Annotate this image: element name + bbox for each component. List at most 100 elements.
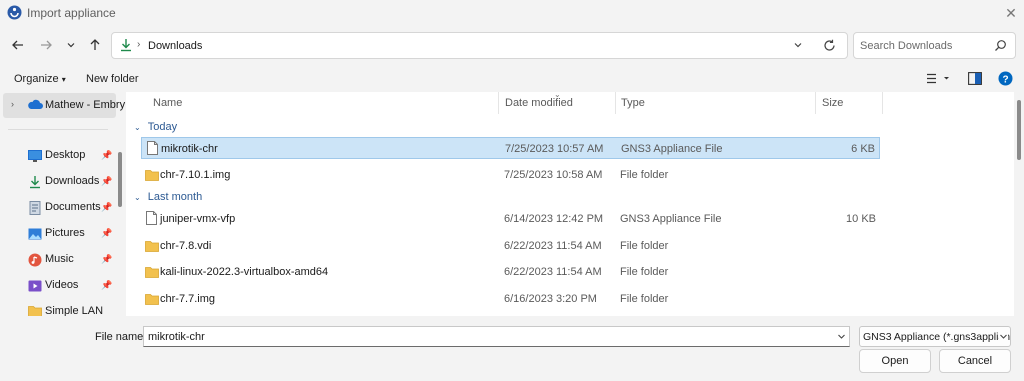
pin-icon: 📌 (101, 254, 113, 264)
recent-locations-chevron-icon[interactable] (61, 35, 81, 55)
file-date: 6/16/2023 3:20 PM (504, 293, 597, 305)
documents-icon (28, 201, 42, 215)
collapse-chevron-icon: ⌄ (134, 193, 141, 202)
help-icon[interactable]: ? (998, 71, 1013, 86)
group-header-today[interactable]: ⌄ Today (134, 121, 177, 133)
column-header-name[interactable]: Name (153, 97, 182, 109)
file-size: 10 KB (846, 213, 876, 225)
refresh-icon[interactable] (823, 39, 836, 52)
column-divider[interactable] (815, 92, 816, 114)
file-icon (146, 211, 157, 225)
column-divider[interactable] (882, 92, 883, 114)
table-row[interactable]: juniper-vmx-vfp 6/14/2023 12:42 PM GNS3 … (141, 208, 880, 230)
up-arrow-icon[interactable] (85, 35, 105, 55)
file-list-scrollbar[interactable] (1014, 92, 1024, 316)
pin-icon: 📌 (101, 176, 113, 186)
nav-item-videos[interactable]: Videos 📌 (0, 274, 116, 298)
address-history-chevron-icon[interactable] (793, 40, 803, 50)
column-header-date-modified[interactable]: Date modified (505, 97, 573, 109)
group-label: Last month (147, 191, 203, 203)
table-row[interactable]: chr-7.10.1.img 7/25/2023 10:58 AM File f… (141, 164, 880, 186)
folder-icon (145, 240, 159, 252)
close-icon[interactable]: ✕ (1000, 3, 1022, 23)
file-type-filter-select[interactable]: GNS3 Appliance (*.gns3applian (859, 326, 1011, 347)
pin-icon: 📌 (101, 228, 113, 238)
file-name-field[interactable]: mikrotik-chr (143, 326, 850, 347)
nav-account-item[interactable]: › Mathew - Embry (3, 93, 125, 118)
search-input[interactable]: Search Downloads (853, 32, 1016, 59)
folder-icon (145, 169, 159, 181)
nav-item-label: Desktop (45, 149, 86, 161)
file-name-value: mikrotik-chr (148, 331, 205, 343)
nav-item-downloads[interactable]: Downloads 📌 (0, 170, 116, 194)
file-size: 6 KB (851, 143, 875, 155)
table-row[interactable]: chr-7.8.vdi 6/22/2023 11:54 AM File fold… (141, 235, 880, 257)
nav-divider (8, 129, 108, 130)
organize-dropdown-icon: ▾ (61, 75, 66, 84)
window-title: Import appliance (27, 6, 116, 20)
pin-icon: 📌 (101, 202, 113, 212)
column-header-type[interactable]: Type (621, 97, 645, 109)
back-arrow-icon[interactable] (8, 35, 28, 55)
nav-item-music[interactable]: Music 📌 (0, 248, 116, 272)
expand-chevron-icon[interactable]: › (11, 99, 14, 109)
group-label: Today (147, 121, 178, 133)
address-bar[interactable]: › Downloads (111, 32, 848, 59)
download-icon (119, 38, 133, 52)
forward-arrow-icon[interactable] (36, 35, 56, 55)
command-bar: Organize ▾ New folder ? (0, 66, 1024, 92)
organize-button[interactable]: Organize ▾ (14, 73, 66, 85)
file-name-dropdown-icon[interactable] (837, 332, 846, 341)
search-placeholder: Search Downloads (860, 40, 953, 52)
gns3-app-icon (7, 5, 22, 20)
search-icon (994, 39, 1007, 52)
file-type: File folder (620, 240, 669, 252)
column-header-size[interactable]: Size (822, 97, 843, 109)
nav-item-label: Music (45, 253, 74, 265)
table-row[interactable]: mikrotik-chr 7/25/2023 10:57 AM GNS3 App… (141, 137, 880, 159)
breadcrumb-chevron-icon: › (137, 39, 141, 50)
column-divider[interactable] (615, 92, 616, 114)
view-options-icon[interactable] (927, 73, 949, 84)
file-type-dropdown-icon (999, 332, 1008, 341)
onedrive-cloud-icon (27, 99, 43, 110)
file-type: GNS3 Appliance File (620, 213, 722, 225)
file-type: File folder (620, 169, 669, 181)
nav-item-label: Documents (45, 201, 101, 213)
nav-item-documents[interactable]: Documents 📌 (0, 196, 116, 220)
table-row[interactable]: chr-7.7.img 6/16/2023 3:20 PM File folde… (141, 288, 880, 310)
file-list-scrollbar-thumb[interactable] (1017, 100, 1021, 160)
pin-icon: 📌 (101, 280, 113, 290)
pictures-icon (28, 227, 42, 241)
new-folder-button[interactable]: New folder (86, 73, 139, 85)
breadcrumb-downloads[interactable]: Downloads (148, 40, 202, 52)
download-icon (28, 175, 42, 189)
organize-label: Organize (14, 73, 59, 85)
file-name: chr-7.8.vdi (160, 240, 212, 252)
videos-icon (28, 279, 42, 293)
file-date: 6/22/2023 11:54 AM (504, 266, 602, 278)
file-icon (147, 141, 158, 155)
nav-scrollbar-thumb[interactable] (118, 152, 122, 207)
file-list: Name ⌄ Date modified Type Size ⌄ Today m… (126, 90, 1014, 316)
preview-pane-icon[interactable] (968, 72, 982, 85)
table-row[interactable]: kali-linux-2022.3-virtualbox-amd64 6/22/… (141, 261, 880, 283)
column-divider[interactable] (498, 92, 499, 114)
svg-text:?: ? (1002, 75, 1008, 86)
cancel-button[interactable]: Cancel (939, 349, 1011, 373)
nav-item-desktop[interactable]: Desktop 📌 (0, 144, 116, 168)
file-type: GNS3 Appliance File (621, 143, 723, 155)
file-name: chr-7.10.1.img (160, 169, 231, 181)
music-icon (28, 253, 42, 267)
file-name-label: File name: (95, 331, 147, 343)
folder-icon (145, 266, 159, 278)
file-type-filter-value: GNS3 Appliance (*.gns3applian (863, 331, 1011, 343)
open-button[interactable]: Open (859, 349, 931, 373)
title-bar: Import appliance ✕ (0, 0, 1024, 26)
nav-item-label: Videos (45, 279, 79, 291)
nav-item-pictures[interactable]: Pictures 📌 (0, 222, 116, 246)
file-name: kali-linux-2022.3-virtualbox-amd64 (160, 266, 329, 278)
group-header-last-month[interactable]: ⌄ Last month (134, 191, 202, 203)
file-name: mikrotik-chr (161, 143, 218, 155)
collapse-chevron-icon: ⌄ (134, 123, 141, 132)
